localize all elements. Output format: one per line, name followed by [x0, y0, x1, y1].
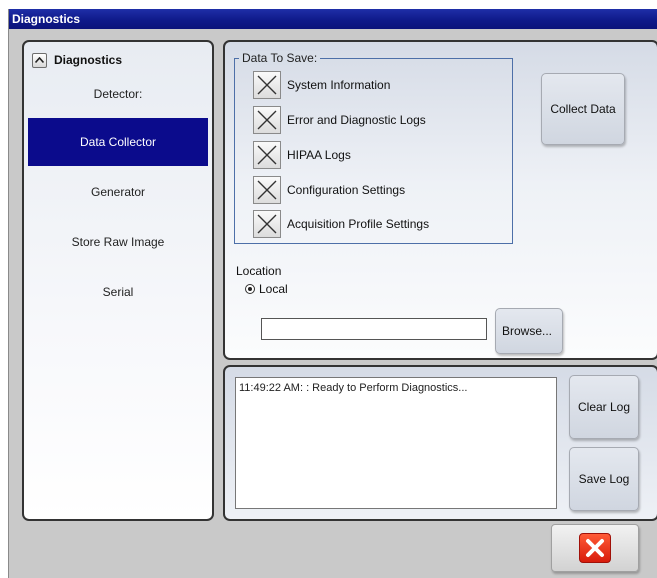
close-button[interactable] — [551, 524, 639, 572]
option-label: Error and Diagnostic Logs — [287, 113, 426, 127]
option-label: Acquisition Profile Settings — [287, 217, 430, 231]
log-output[interactable]: 11:49:22 AM: : Ready to Perform Diagnost… — [235, 377, 557, 509]
nav-item-store-raw-image[interactable]: Store Raw Image — [28, 218, 208, 266]
nav-item-generator[interactable]: Generator — [28, 168, 208, 216]
nav-item-data-collector[interactable]: Data Collector — [28, 118, 208, 166]
option-label: Configuration Settings — [287, 183, 406, 197]
local-radio[interactable]: Local — [245, 282, 288, 296]
location-label: Location — [236, 264, 282, 278]
option-hipaa-logs: HIPAA Logs — [253, 141, 351, 169]
nav-panel: Diagnostics Detector: Data Collector Gen… — [22, 40, 214, 521]
window-title: Diagnostics — [9, 9, 657, 29]
x-mark-icon[interactable] — [253, 71, 281, 99]
collapse-icon[interactable] — [32, 52, 47, 68]
close-icon — [579, 533, 611, 563]
data-to-save-legend: Data To Save: — [239, 51, 321, 65]
nav-header: Diagnostics — [32, 52, 122, 68]
clear-log-button[interactable]: Clear Log — [569, 375, 639, 439]
location-path-input[interactable] — [261, 318, 487, 340]
x-mark-icon[interactable] — [253, 106, 281, 134]
option-configuration-settings: Configuration Settings — [253, 176, 405, 204]
local-radio-label: Local — [259, 282, 288, 296]
radio-selected-icon[interactable] — [245, 284, 255, 294]
collect-data-button[interactable]: Collect Data — [541, 73, 625, 145]
data-collector-panel: Data To Save: System Information Error a… — [223, 40, 657, 360]
x-mark-icon[interactable] — [253, 141, 281, 169]
x-mark-icon[interactable] — [253, 176, 281, 204]
option-label: System Information — [287, 78, 391, 92]
log-line: 11:49:22 AM: : Ready to Perform Diagnost… — [239, 382, 468, 394]
browse-button[interactable]: Browse... — [495, 308, 563, 354]
nav-item-serial[interactable]: Serial — [28, 268, 208, 316]
save-log-button[interactable]: Save Log — [569, 447, 639, 511]
data-to-save-group: Data To Save: System Information Error a… — [234, 51, 513, 244]
nav-item-detector[interactable]: Detector: — [28, 70, 208, 118]
option-acquisition-profile-settings: Acquisition Profile Settings — [253, 210, 429, 238]
option-system-information: System Information — [253, 71, 390, 99]
option-error-diagnostic-logs: Error and Diagnostic Logs — [253, 106, 426, 134]
x-mark-icon[interactable] — [253, 210, 281, 238]
diagnostics-window: Diagnostics Diagnostics Detector: Data C… — [8, 9, 657, 578]
nav-header-label: Diagnostics — [54, 53, 123, 67]
option-label: HIPAA Logs — [287, 148, 351, 162]
log-panel: 11:49:22 AM: : Ready to Perform Diagnost… — [223, 365, 657, 521]
